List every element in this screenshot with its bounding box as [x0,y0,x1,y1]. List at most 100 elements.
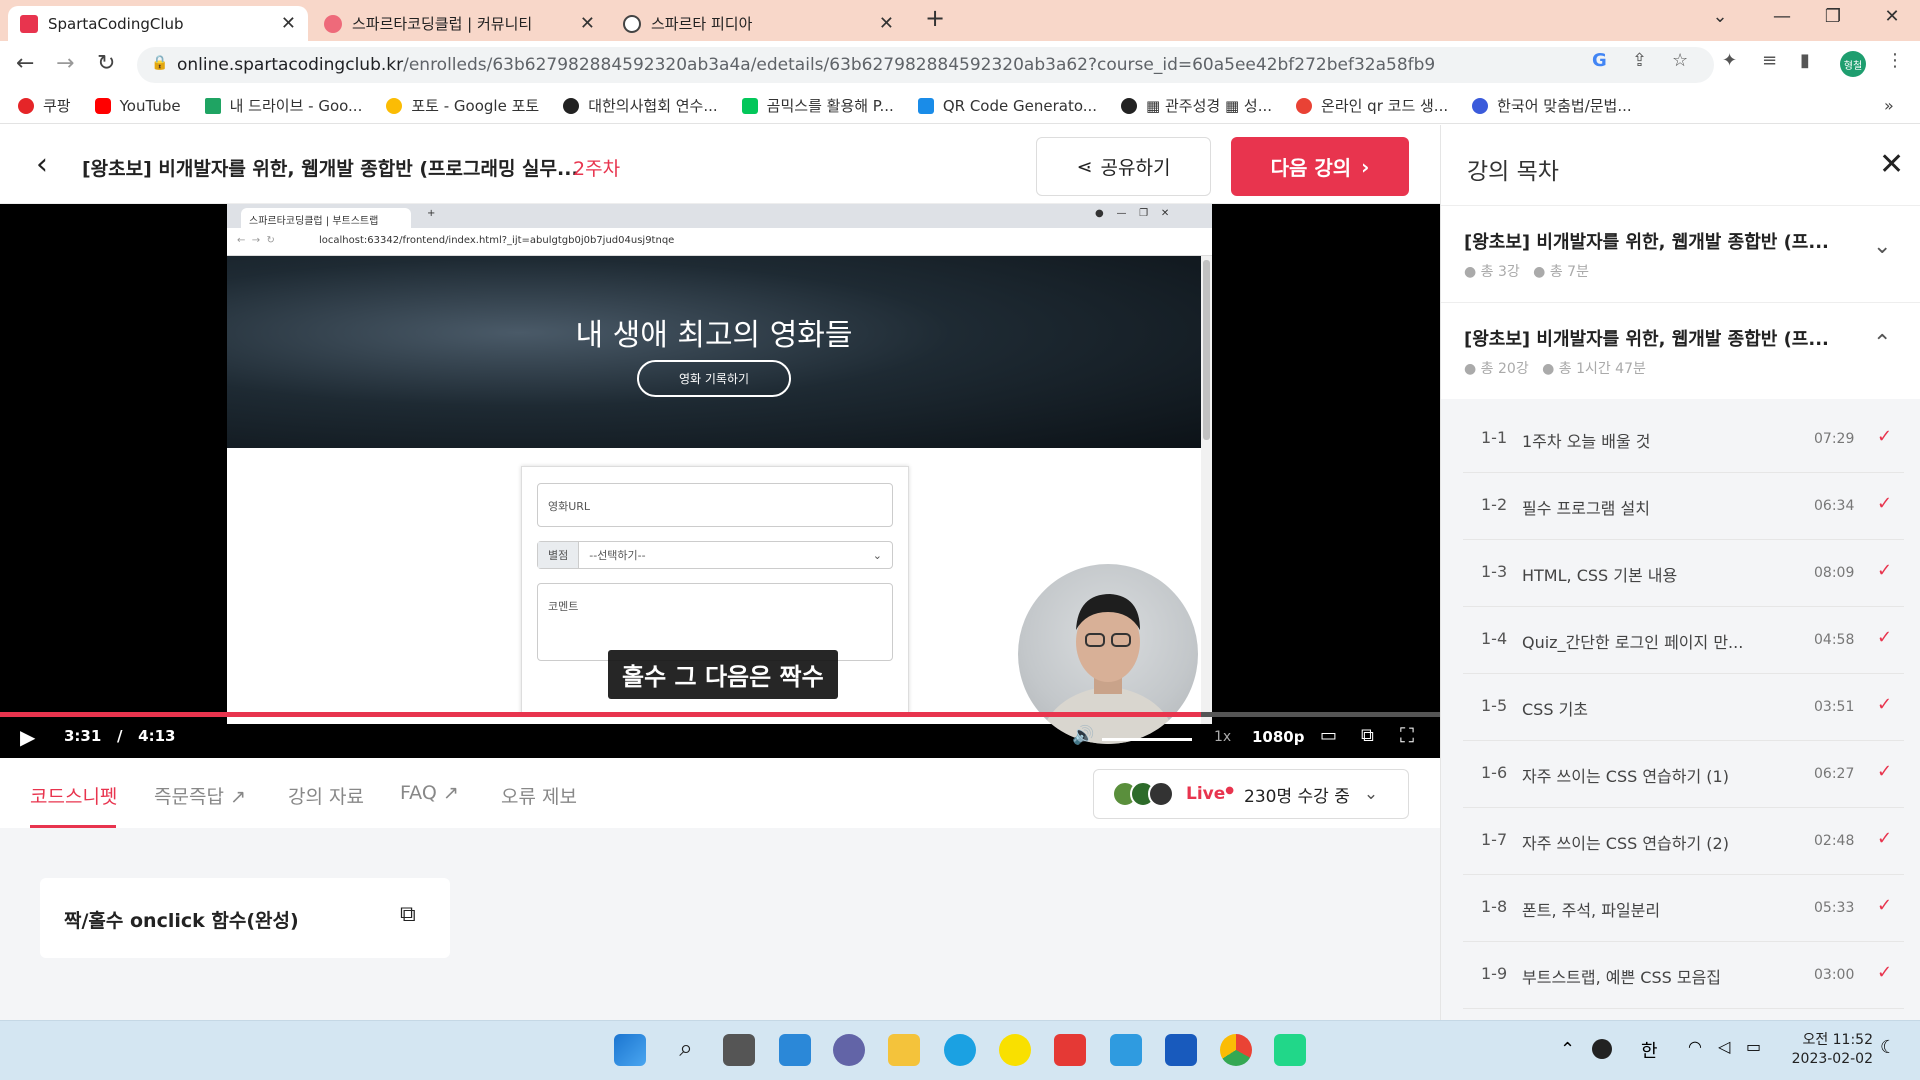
viewer-avatars [1112,781,1174,807]
section-week-0[interactable]: [왕초보] 비개발자를 위한, 웹개발 종합반 (프... ● 총 3강 ● 총… [1441,205,1920,302]
picture-in-picture-icon[interactable]: ⧉ [1361,725,1374,746]
widgets-icon[interactable] [779,1034,811,1066]
volume-icon[interactable]: 🔊 [1072,725,1094,746]
tray-chevron-up-icon[interactable]: ⌃ [1560,1039,1575,1060]
tab-code-snippet[interactable]: 코드스니펫 [30,782,117,809]
fullscreen-icon[interactable]: ⛶ [1400,723,1414,747]
lesson-item[interactable]: 1-3 HTML, CSS 기본 내용 08:09 ✓ [1463,540,1904,607]
browser-tab-sparta[interactable]: SpartaCodingClub ✕ [8,6,308,41]
speed-setting[interactable]: 1x [1214,729,1231,745]
chrome-icon[interactable] [1220,1034,1252,1066]
close-tab-icon[interactable]: ✕ [580,13,595,34]
share-label: 공유하기 [1100,157,1171,179]
speaker-icon[interactable]: ◁ [1718,1037,1730,1056]
back-icon[interactable]: ← [16,51,34,76]
globe-icon [563,97,580,114]
ime-indicator[interactable]: 한 [1641,1037,1658,1063]
new-tab-icon[interactable]: + [915,4,955,32]
bookmark-photos[interactable]: 포토 - Google 포토 [386,95,539,116]
bookmark-kma[interactable]: 대한의사협회 연수... [563,95,718,116]
captions-icon[interactable]: ▭ [1320,725,1337,746]
profile-avatar[interactable]: 형철 [1840,51,1866,77]
edge-icon[interactable] [944,1034,976,1066]
start-windows-icon[interactable] [614,1034,646,1066]
lesson-duration: 03:51 [1814,699,1855,715]
bookmark-coupang[interactable]: 쿠팡 [18,95,71,116]
close-tab-icon[interactable]: ✕ [281,13,296,34]
snippet-area: 짝/홀수 onclick 함수(완성) ⧉ [0,828,1440,1020]
system-clock[interactable]: 오전 11:52 2023-02-02 [1783,1031,1873,1069]
bookmark-spelling[interactable]: 한국어 맞춤법/문법... [1472,95,1632,116]
lesson-item[interactable]: 1-2 필수 프로그램 설치 06:34 ✓ [1463,473,1904,540]
lesson-title: 부트스트랩, 예쁜 CSS 모음집 [1522,968,1722,987]
chevron-down-icon: ⌄ [872,548,882,562]
bookmark-youtube[interactable]: YouTube [94,97,181,115]
minimize-icon[interactable]: — [1762,6,1802,27]
lesson-item[interactable]: 1-6 자주 쓰이는 CSS 연습하기 (1) 06:27 ✓ [1463,741,1904,808]
play-icon[interactable]: ▶ [20,725,35,749]
pycharm-icon[interactable] [1274,1034,1306,1066]
lesson-item[interactable]: 1-5 CSS 기초 03:51 ✓ [1463,674,1904,741]
tab-qna[interactable]: 즉문즉답 ↗ [154,782,246,809]
reload-icon[interactable]: ↻ [97,51,115,76]
lesson-item[interactable]: 1-8 폰트, 주석, 파일분리 05:33 ✓ [1463,875,1904,942]
chat-icon[interactable] [833,1034,865,1066]
lesson-item[interactable]: 1-7 자주 쓰이는 CSS 연습하기 (2) 02:48 ✓ [1463,808,1904,875]
section-week-1[interactable]: [왕초보] 비개발자를 위한, 웹개발 종합반 (프... ● 총 20강 ● … [1441,302,1920,399]
battery-icon[interactable]: ▭ [1746,1037,1761,1056]
notification-moon-icon[interactable]: ☾ [1880,1037,1896,1058]
browser-tab-pedia[interactable]: 스파르타 피디아 ✕ [611,6,906,41]
task-view-icon[interactable] [723,1034,755,1066]
lesson-item[interactable]: 1-1 1주차 오늘 배울 것 07:29 ✓ [1463,406,1904,473]
tab-materials[interactable]: 강의 자료 [288,782,364,809]
bookmarks-overflow-icon[interactable]: » [1884,96,1894,115]
tab-report-error[interactable]: 오류 제보 [501,782,577,809]
bookmark-bible[interactable]: ▦ 관주성경 ▦ 성... [1121,95,1272,116]
url-field[interactable]: 🔒 online.spartacodingclub.kr/enrolleds/6… [137,47,1714,83]
extensions-icon[interactable]: ✦ [1722,50,1737,71]
media-control-icon[interactable]: ≡ [1762,50,1777,71]
wifi-icon[interactable]: ◠ [1688,1037,1702,1056]
lesson-item[interactable]: 1-4 Quiz_간단한 로그인 페이지 만... 04:58 ✓ [1463,607,1904,674]
app-icon[interactable] [1110,1034,1142,1066]
file-explorer-icon[interactable] [888,1034,920,1066]
maximize-icon[interactable]: ❐ [1813,6,1853,27]
bookmark-drive[interactable]: 내 드라이브 - Goo... [204,95,362,116]
lesson-title: Quiz_간단한 로그인 페이지 만... [1522,633,1744,652]
bookmark-star-icon[interactable]: ☆ [1672,50,1688,71]
kakaotalk-icon[interactable] [999,1034,1031,1066]
bookmark-qr-online[interactable]: 온라인 qr 코드 생... [1296,95,1448,116]
live-viewers-dropdown[interactable]: Live ● 230명 수강 중 ⌄ [1093,769,1409,819]
close-tab-icon[interactable]: ✕ [879,13,894,34]
share-page-icon[interactable]: ⇪ [1632,50,1647,71]
back-arrow-icon[interactable]: ‹ [36,147,48,182]
quality-setting[interactable]: 1080p [1252,728,1305,746]
tab-search-chevron-icon[interactable]: ⌄ [1700,6,1740,27]
lesson-number: 1-5 [1481,696,1508,715]
close-icon[interactable]: ✕ [1879,147,1904,182]
google-icon[interactable]: G [1592,50,1607,71]
share-button[interactable]: ⋖ 공유하기 [1036,137,1211,196]
copy-icon[interactable]: ⧉ [400,902,416,927]
more-menu-icon[interactable]: ⋮ [1886,50,1904,71]
tab-faq[interactable]: FAQ ↗ [400,782,459,804]
snippet-card[interactable]: 짝/홀수 onclick 함수(완성) ⧉ [40,878,450,958]
word-icon[interactable] [1165,1034,1197,1066]
pdf-icon[interactable] [1054,1034,1086,1066]
volume-slider[interactable] [1102,738,1192,741]
check-icon: ✓ [1877,828,1893,849]
side-panel-icon[interactable]: ▮ [1800,50,1810,71]
tray-app-icon[interactable] [1592,1039,1612,1059]
forward-icon[interactable]: → [56,51,74,76]
lesson-duration: 07:29 [1814,431,1855,447]
browser-tab-community[interactable]: 스파르타코딩클럽 | 커뮤니티 ✕ [312,6,607,41]
lecture-sidebar: 강의 목차 ✕ [왕초보] 비개발자를 위한, 웹개발 종합반 (프... ● … [1440,125,1920,1020]
lesson-item[interactable]: 1-9 부트스트랩, 예쁜 CSS 모음집 03:00 ✓ [1463,942,1904,1009]
bookmark-qr[interactable]: QR Code Generato... [917,97,1097,115]
close-window-icon[interactable]: ✕ [1872,6,1912,27]
search-icon[interactable]: ⌕ [670,1034,702,1066]
next-lecture-button[interactable]: 다음 강의 › [1231,137,1409,196]
bookmark-blog[interactable]: 곰믹스를 활용해 P... [741,95,894,116]
lesson-title: HTML, CSS 기본 내용 [1522,566,1678,585]
video-player[interactable]: 스파르타코딩클럽 | 부트스트랩 + ● — ❐ ✕ ← → ↻ localho… [0,204,1440,758]
